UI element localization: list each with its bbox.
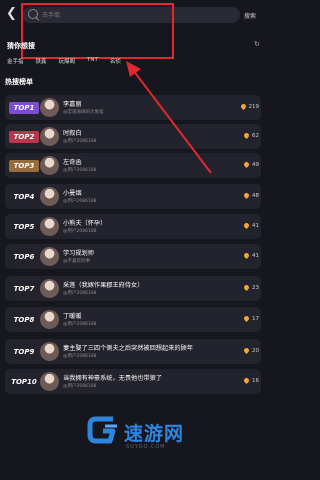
watermark-logo-icon bbox=[87, 416, 117, 444]
watermark-text: 速游网 bbox=[124, 423, 185, 445]
watermark: 速游网 SUYOO.COM bbox=[86, 413, 206, 451]
watermark-domain: SUYOO.COM bbox=[126, 444, 166, 450]
annotation-arrow bbox=[126, 61, 212, 174]
